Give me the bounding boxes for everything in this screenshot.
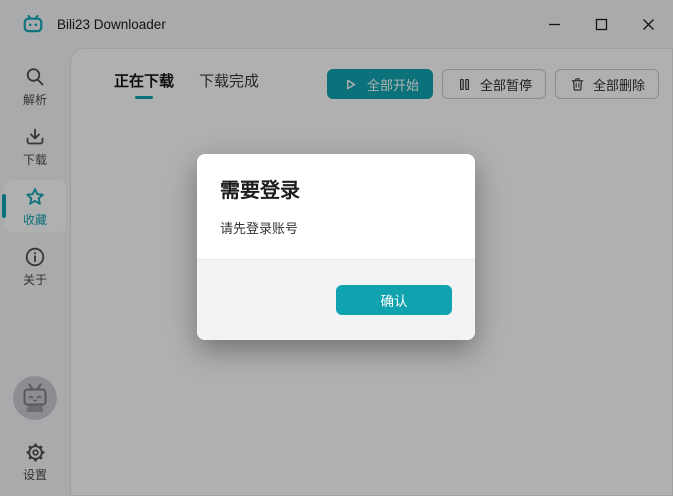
confirm-button[interactable]: 确认 xyxy=(336,285,452,315)
dialog-footer: 确认 xyxy=(197,259,475,340)
dialog-message: 请先登录账号 xyxy=(220,218,452,237)
dialog-title: 需要登录 xyxy=(220,174,452,203)
dialog-body: 需要登录 请先登录账号 xyxy=(197,154,475,259)
app-window: Bili23 Downloader xyxy=(0,0,673,496)
login-required-dialog: 需要登录 请先登录账号 确认 xyxy=(197,154,475,340)
